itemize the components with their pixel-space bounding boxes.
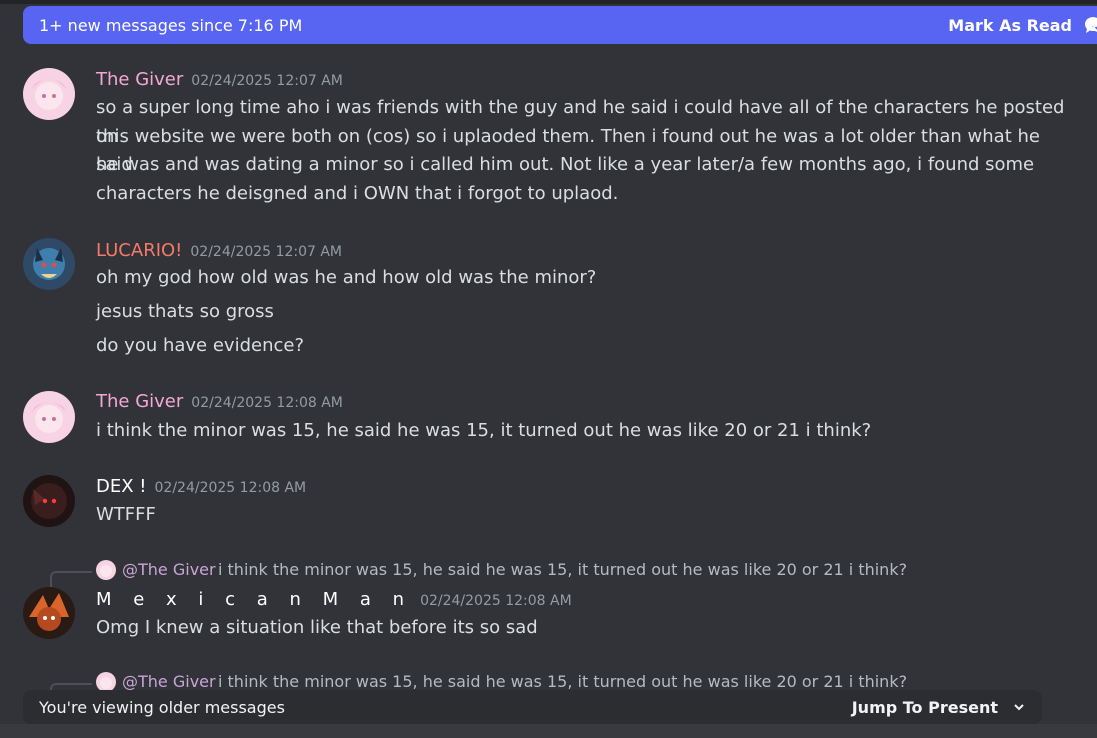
older-messages-bar: You're viewing older messages Jump To Pr… <box>23 690 1042 724</box>
message-input-area[interactable] <box>0 724 1097 738</box>
mark-read-icon[interactable] <box>1082 14 1097 36</box>
username[interactable]: The Giver 02/24/2025 12:08 AM <box>96 391 343 412</box>
timestamp: 02/24/2025 12:07 AM <box>190 244 342 260</box>
reply-mention[interactable]: @The Giver <box>122 560 216 579</box>
username-text[interactable]: M e x i c a n M a n <box>96 589 412 610</box>
reply-text[interactable]: i think the minor was 15, he said he was… <box>218 560 907 579</box>
mark-as-read-button[interactable]: Mark As Read <box>948 16 1072 35</box>
username-text[interactable]: The Giver <box>96 391 183 412</box>
message-line: Omg I knew a situation like that before … <box>96 617 538 638</box>
reply-preview[interactable]: @The Giver i think the minor was 15, he … <box>50 560 1050 587</box>
reply-text[interactable]: i think the minor was 15, he said he was… <box>218 672 907 691</box>
jump-to-present-button[interactable]: Jump To Present <box>852 698 1026 717</box>
timestamp: 02/24/2025 12:08 AM <box>420 593 572 609</box>
username[interactable]: M e x i c a n M a n 02/24/2025 12:08 AM <box>96 589 572 610</box>
timestamp: 02/24/2025 12:08 AM <box>154 480 307 496</box>
timestamp: 02/24/2025 12:07 AM <box>191 73 343 89</box>
message-line: characters he deisgned and i OWN that i … <box>96 182 619 204</box>
avatar[interactable] <box>23 475 75 527</box>
username[interactable]: DEX ! 02/24/2025 12:08 AM <box>96 476 306 497</box>
message-line: oh my god how old was he and how old was… <box>96 267 597 288</box>
username[interactable]: The Giver 02/24/2025 12:07 AM <box>96 69 343 90</box>
message-line: he was and was dating a minor so i calle… <box>96 154 1035 175</box>
new-messages-banner[interactable]: 1+ new messages since 7:16 PM Mark As Re… <box>23 6 1097 44</box>
reply-mention[interactable]: @The Giver <box>122 672 216 691</box>
message-line: i think the minor was 15, he said he was… <box>96 420 872 441</box>
avatar[interactable] <box>23 68 75 120</box>
new-messages-text: 1+ new messages since 7:16 PM <box>39 15 303 35</box>
timestamp: 02/24/2025 12:08 AM <box>191 395 343 411</box>
avatar[interactable] <box>23 238 75 290</box>
reply-spine <box>50 571 92 587</box>
username-text[interactable]: The Giver <box>96 69 183 90</box>
top-border <box>0 0 1097 4</box>
avatar[interactable] <box>23 587 75 639</box>
jump-to-present-label[interactable]: Jump To Present <box>852 698 998 717</box>
older-messages-label: You're viewing older messages <box>39 697 285 717</box>
message-line: do you have evidence? <box>96 335 305 356</box>
reply-avatar <box>96 560 116 580</box>
username-text[interactable]: LUCARIO! <box>96 240 182 261</box>
username[interactable]: LUCARIO! 02/24/2025 12:07 AM <box>96 240 342 261</box>
avatar[interactable] <box>23 391 75 443</box>
reply-avatar <box>96 672 116 692</box>
username-text[interactable]: DEX ! <box>96 476 147 497</box>
chevron-down-icon[interactable] <box>1012 700 1026 714</box>
message-line: jesus thats so gross <box>96 301 274 322</box>
message-line: WTFFF <box>96 504 156 525</box>
